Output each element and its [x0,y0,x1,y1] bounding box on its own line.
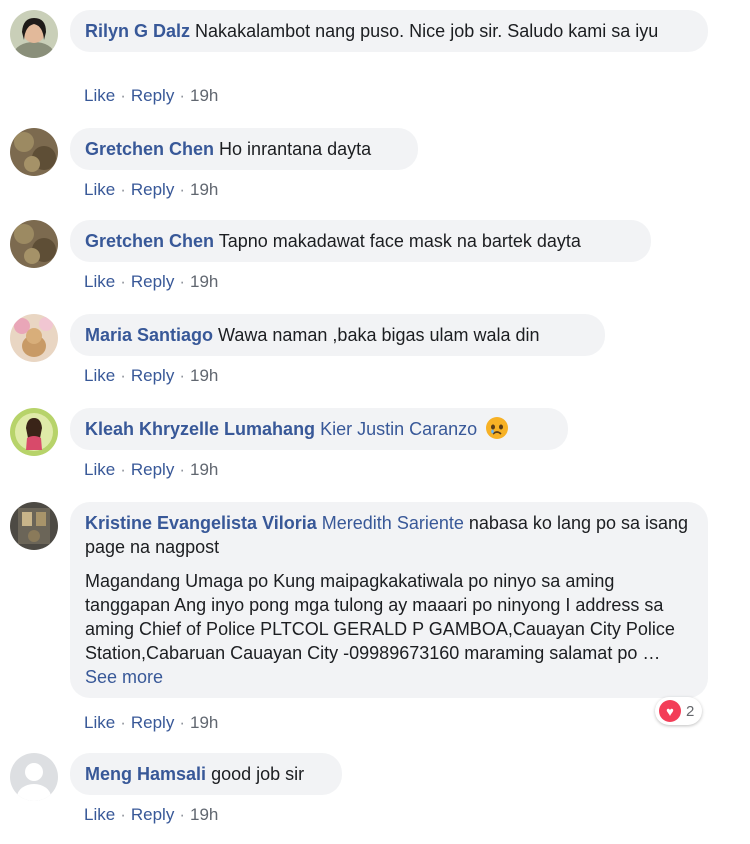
comment-text: Wawa naman ,baka bigas ulam wala din [218,325,540,345]
timestamp[interactable]: 19h [190,460,218,479]
comment-bubble: Rilyn G Dalz Nakakalambot nang puso. Nic… [70,10,708,52]
comment-author[interactable]: Gretchen Chen [85,139,214,159]
comment-paragraph: Magandang Umaga po Kung maipagkakatiwala… [85,569,692,689]
separator: · [120,805,126,824]
comment-bubble: Meng Hamsali good job sir [70,753,342,795]
comment-actions: Like · Reply · 19h [84,805,218,825]
mention-link[interactable]: Kier Justin Caranzo [320,419,477,439]
like-link[interactable]: Like [84,272,115,291]
separator: · [120,460,126,479]
timestamp[interactable]: 19h [190,366,218,385]
comment-text: Nakakalambot nang puso. Nice job sir. Sa… [195,21,659,41]
comment-bubble: Kristine Evangelista Viloria Meredith Sa… [70,502,708,698]
comment-actions: Like · Reply · 19h [84,180,218,200]
timestamp[interactable]: 19h [190,805,218,824]
reply-link[interactable]: Reply [131,272,174,291]
reply-link[interactable]: Reply [131,86,174,105]
comment-author[interactable]: Rilyn G Dalz [85,21,190,41]
like-link[interactable]: Like [84,366,115,385]
like-link[interactable]: Like [84,86,115,105]
reply-link[interactable]: Reply [131,805,174,824]
separator: · [120,272,126,291]
separator: · [120,713,126,732]
timestamp[interactable]: 19h [190,180,218,199]
separator: · [179,272,185,291]
comment-actions: Like · Reply · 19h [84,366,218,386]
comment-author[interactable]: Meng Hamsali [85,764,206,784]
separator: · [179,713,185,732]
timestamp[interactable]: 19h [190,272,218,291]
comment-author[interactable]: Maria Santiago [85,325,213,345]
reaction-summary[interactable]: ♥ 2 [655,697,703,725]
sad-face-emoji [486,417,509,439]
avatar[interactable] [10,10,58,58]
separator: · [120,366,126,385]
reply-link[interactable]: Reply [131,713,174,732]
reply-link[interactable]: Reply [131,180,174,199]
love-reaction-icon: ♥ [659,700,681,722]
separator: · [179,180,185,199]
like-link[interactable]: Like [84,805,115,824]
timestamp[interactable]: 19h [190,713,218,732]
comment-bubble: Kleah Khryzelle Lumahang Kier Justin Car… [70,408,568,450]
avatar[interactable] [10,408,58,456]
separator: · [179,366,185,385]
comment-actions: Like · Reply · 19h [84,86,218,106]
mention-link[interactable]: Meredith Sariente [322,513,464,533]
comment-actions: Like · Reply · 19h [84,272,218,292]
timestamp[interactable]: 19h [190,86,218,105]
avatar[interactable] [10,502,58,550]
avatar[interactable] [10,314,58,362]
avatar[interactable] [10,128,58,176]
comment-author[interactable]: Gretchen Chen [85,231,214,251]
comment-actions: Like · Reply · 19h [84,713,218,733]
reply-link[interactable]: Reply [131,366,174,385]
separator: · [120,180,126,199]
separator: · [179,805,185,824]
like-link[interactable]: Like [84,180,115,199]
separator: · [179,86,185,105]
reaction-count: 2 [686,702,695,720]
avatar[interactable] [10,220,58,268]
comment-bubble: Gretchen Chen Tapno makadawat face mask … [70,220,651,262]
comment-author[interactable]: Kleah Khryzelle Lumahang [85,419,315,439]
comment-bubble: Maria Santiago Wawa naman ,baka bigas ul… [70,314,605,356]
reply-link[interactable]: Reply [131,460,174,479]
comment-text: Ho inrantana dayta [219,139,372,159]
see-more-link[interactable]: See more [85,667,163,687]
comment-bubble: Gretchen Chen Ho inrantana dayta [70,128,418,170]
comment-text: Tapno makadawat face mask na bartek dayt… [218,231,581,251]
avatar[interactable] [10,753,58,801]
separator: · [120,86,126,105]
like-link[interactable]: Like [84,460,115,479]
separator: · [179,460,185,479]
comment-actions: Like · Reply · 19h [84,460,218,480]
comment-text: good job sir [211,764,305,784]
comment-author[interactable]: Kristine Evangelista Viloria [85,513,317,533]
like-link[interactable]: Like [84,713,115,732]
comment-paragraph-text: Magandang Umaga po Kung maipagkakatiwala… [85,571,675,663]
